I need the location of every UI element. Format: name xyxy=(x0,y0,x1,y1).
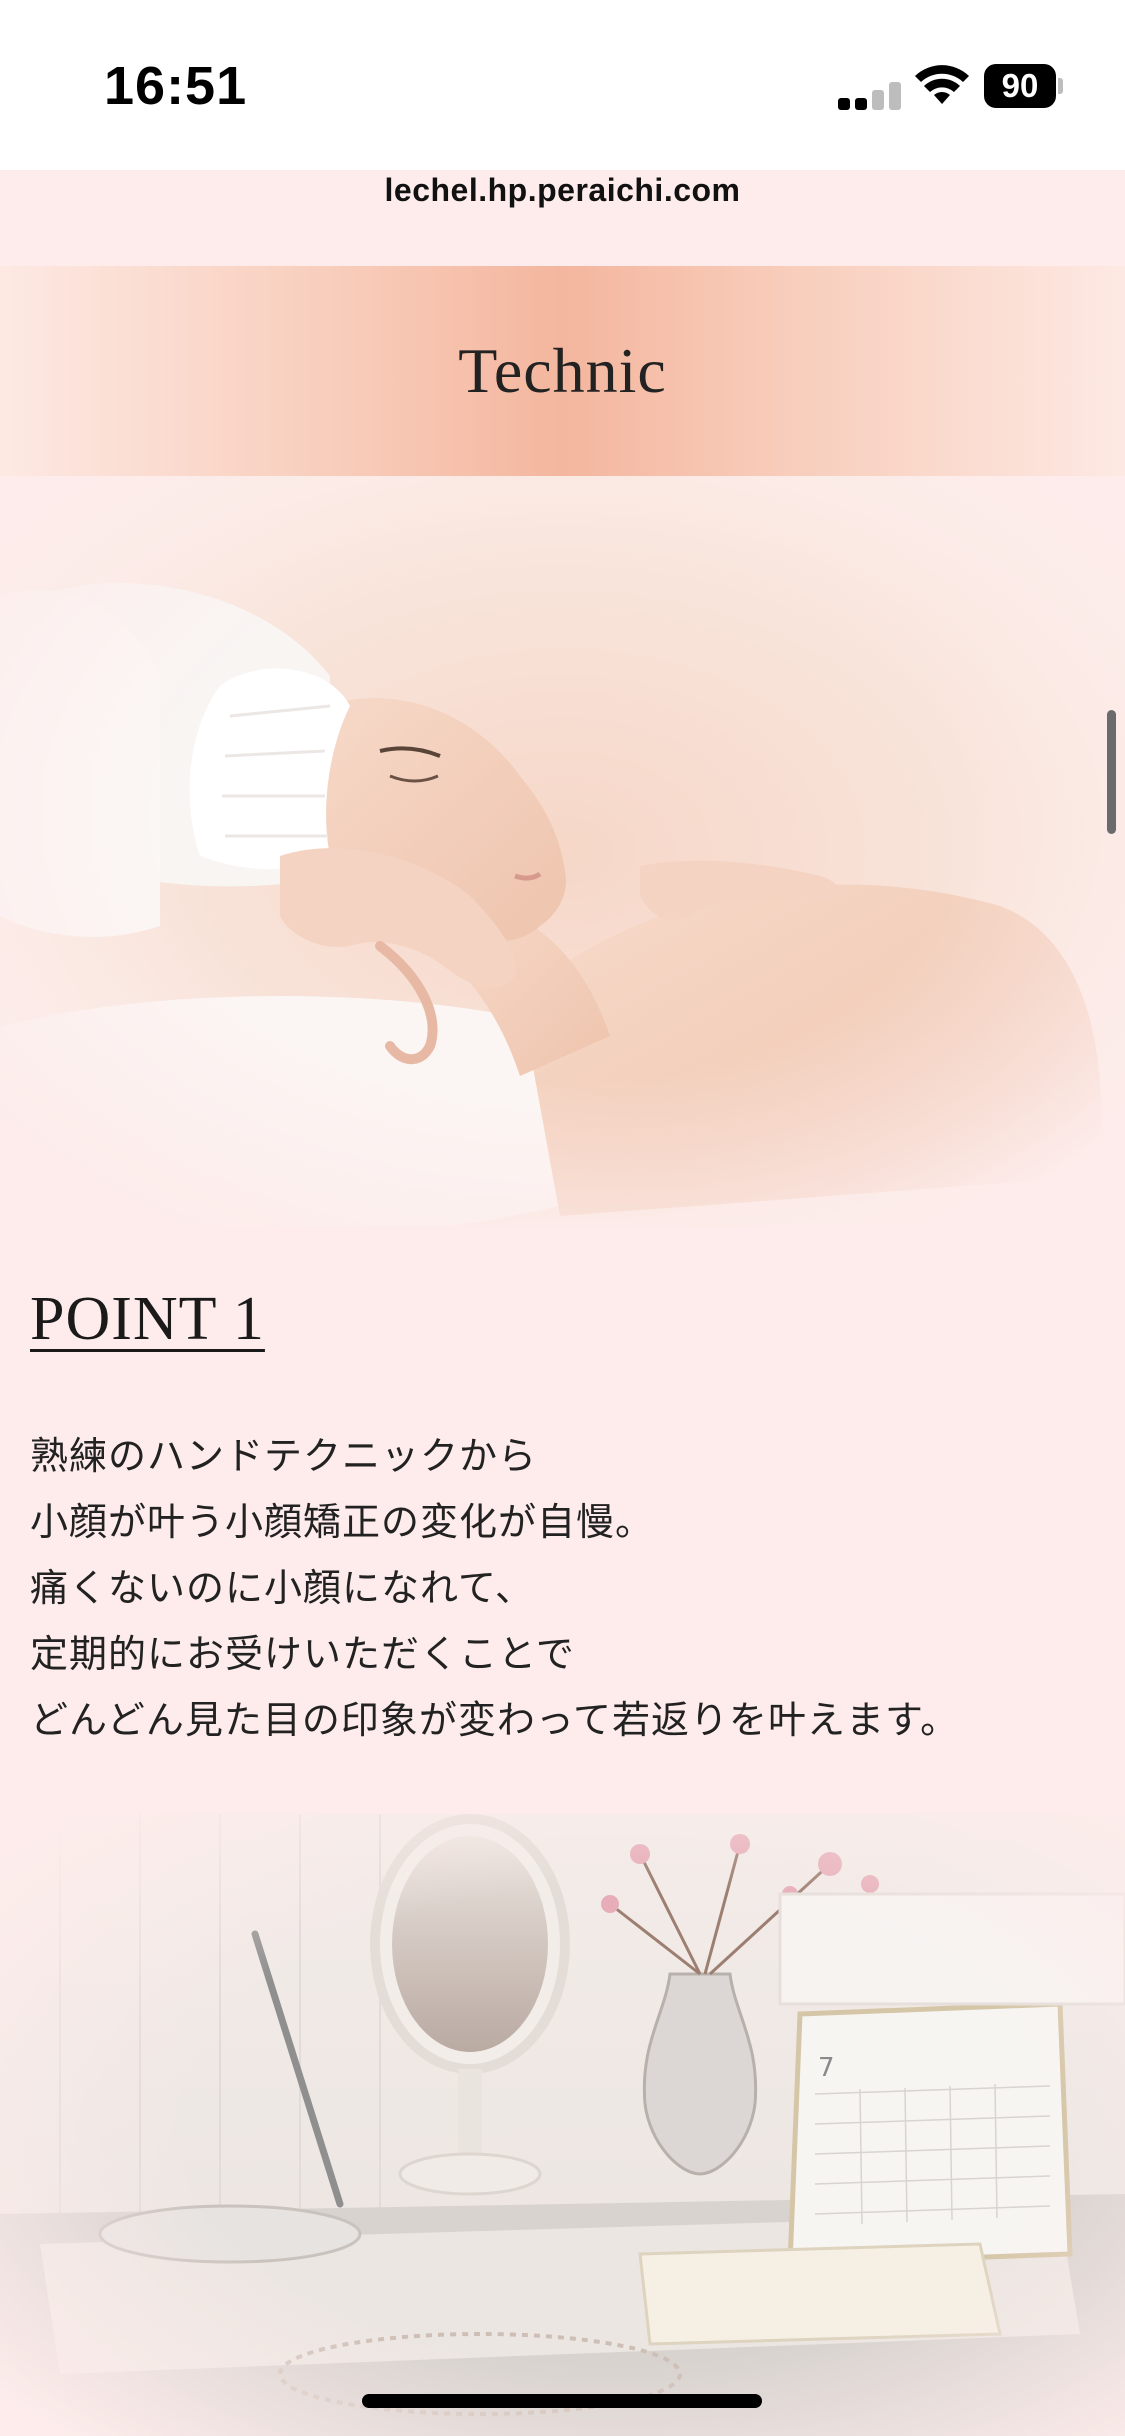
description-line: 痛くないのに小顔になれて、 xyxy=(30,1568,534,1610)
battery-level: 90 xyxy=(984,64,1056,108)
page-content: Technic POINT 1 熟練のハンドテクニックから 小顔が叶う小顔矯正の… xyxy=(0,252,1125,2436)
status-time: 16:51 xyxy=(104,56,248,116)
point-title: POINT 1 xyxy=(30,1285,265,1353)
home-indicator[interactable] xyxy=(362,2394,762,2408)
vanity-desk-photo: 7 xyxy=(0,1814,1125,2436)
facial-massage-photo xyxy=(0,476,1125,1226)
status-bar: 16:51 90 lechel.hp.peraichi.com xyxy=(0,0,1125,208)
battery-icon: 90 xyxy=(984,64,1064,108)
description-line: 熟練のハンドテクニックから xyxy=(30,1436,538,1478)
scroll-indicator[interactable] xyxy=(1107,710,1116,834)
point-description: 熟練のハンドテクニックから 小顔が叶う小顔矯正の変化が自慢。 痛くないのに小顔に… xyxy=(30,1424,1110,1754)
wifi-icon xyxy=(915,65,969,104)
section-title: Technic xyxy=(458,335,667,406)
description-line: どんどん見た目の印象が変わって若返りを叶えます。 xyxy=(30,1700,960,1742)
section-header: Technic xyxy=(0,266,1125,476)
battery-tip xyxy=(1058,78,1063,94)
description-line: 小顔が叶う小顔矯正の変化が自慢。 xyxy=(30,1502,655,1544)
signal-icon xyxy=(838,82,901,110)
description-line: 定期的にお受けいただくことで xyxy=(30,1634,575,1676)
url-bar[interactable]: lechel.hp.peraichi.com xyxy=(0,172,1125,209)
